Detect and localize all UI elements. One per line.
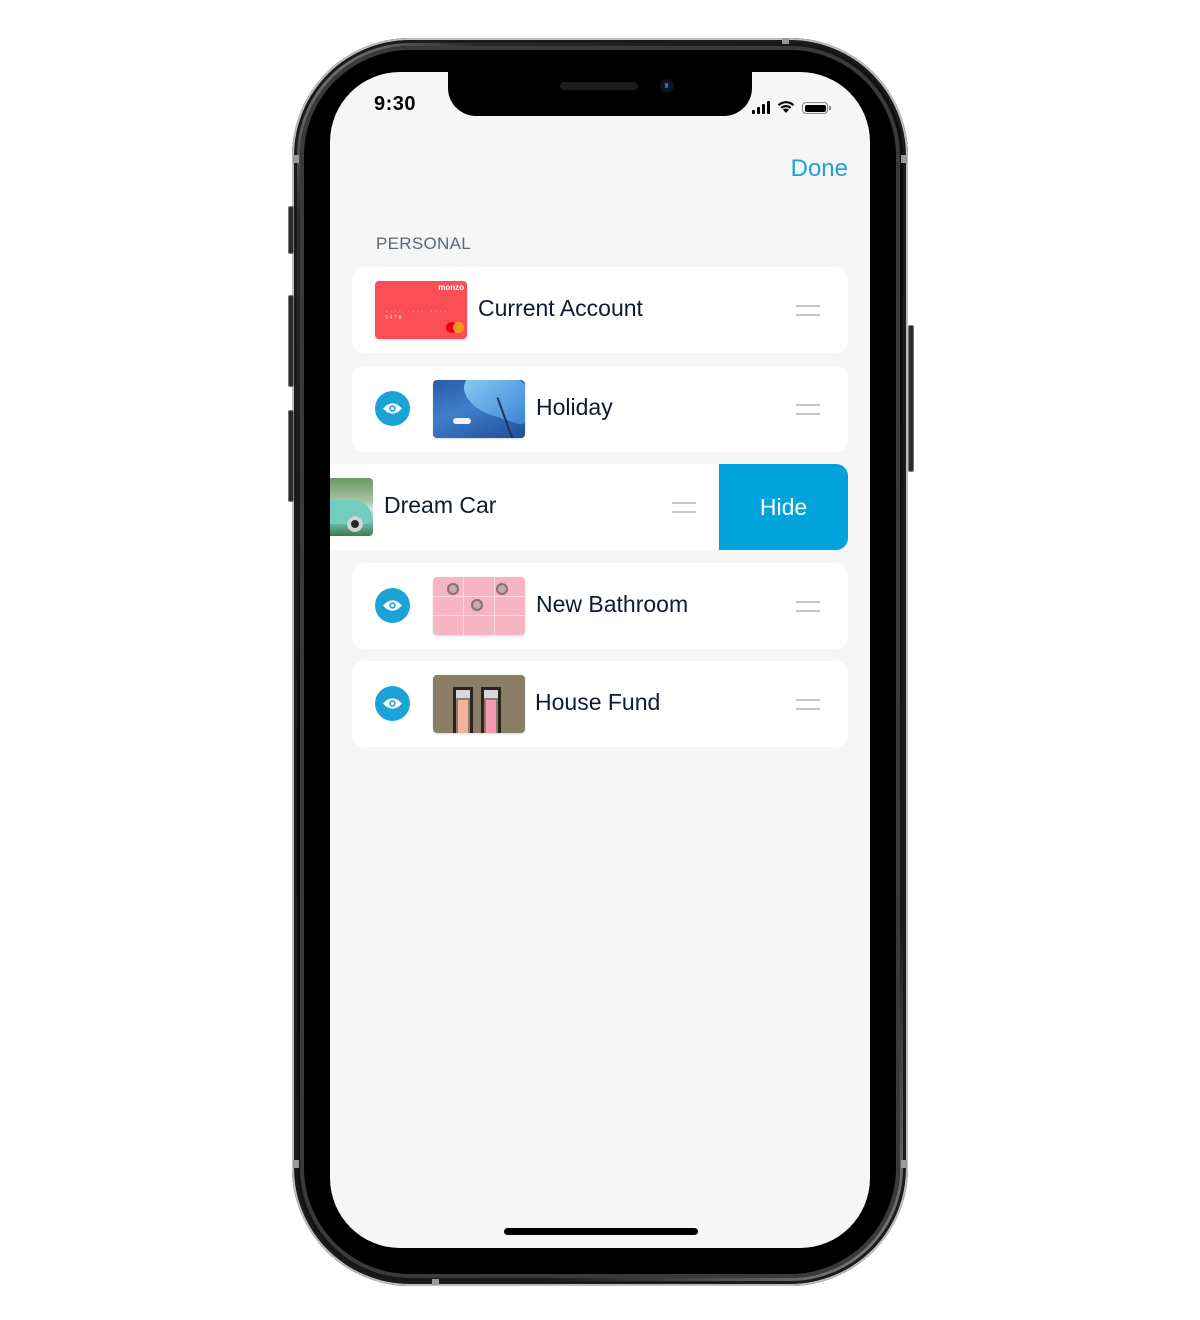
- door-panel: [458, 700, 468, 733]
- drag-handle-icon[interactable]: [796, 699, 820, 710]
- silent-switch: [288, 206, 294, 254]
- antenna-band: [293, 155, 299, 163]
- door-fanlight: [484, 690, 498, 698]
- wifi-icon: [777, 101, 795, 113]
- umbrella-thumbnail: [433, 380, 525, 438]
- card-brand: monzo: [438, 283, 464, 292]
- front-camera: [660, 79, 674, 93]
- account-row-new-bathroom[interactable]: New Bathroom: [352, 563, 848, 649]
- monzo-card-thumbnail: monzo ···· ···· ···· 5478: [375, 281, 467, 339]
- tile-line: [463, 577, 464, 635]
- status-time: 9:30: [374, 93, 417, 115]
- account-name: Dream Car: [384, 492, 497, 518]
- antenna-band: [782, 38, 789, 44]
- volume-up-button: [288, 295, 294, 387]
- door-fanlight: [456, 690, 470, 698]
- tile-line: [433, 596, 525, 597]
- eye-icon[interactable]: [375, 588, 410, 623]
- home-indicator[interactable]: [504, 1228, 698, 1235]
- door-panel: [486, 700, 496, 733]
- drag-handle-icon[interactable]: [672, 502, 696, 513]
- account-name: Current Account: [478, 295, 643, 321]
- door-shape: [481, 687, 501, 733]
- antenna-band: [432, 1279, 439, 1285]
- account-name: New Bathroom: [536, 591, 689, 617]
- tile-line: [433, 615, 525, 616]
- speaker-grille: [560, 82, 638, 90]
- status-icons: [752, 98, 831, 114]
- car-wheel: [347, 516, 363, 532]
- cloud-shape: [453, 418, 471, 424]
- spout-shape: [471, 599, 483, 611]
- drag-handle-icon[interactable]: [796, 305, 820, 316]
- screen: 9:30 Done PERSONAL monzo ···· ···· ···· …: [330, 72, 870, 1248]
- doors-thumbnail: [433, 675, 525, 733]
- door-shape: [453, 687, 473, 733]
- account-row-dream-car[interactable]: Dream Car: [330, 464, 718, 550]
- antenna-band: [901, 1160, 907, 1168]
- account-row-holiday[interactable]: Holiday: [352, 366, 848, 452]
- bathroom-thumbnail: [433, 577, 525, 635]
- antenna-band: [901, 155, 907, 163]
- tap-shape: [447, 583, 459, 595]
- done-button[interactable]: Done: [791, 155, 848, 183]
- mastercard-logo-circle: [453, 322, 464, 333]
- eye-icon[interactable]: [375, 391, 410, 426]
- tile-line: [494, 577, 495, 635]
- signal-icon: [752, 100, 770, 114]
- account-row-house-fund[interactable]: House Fund: [352, 661, 848, 747]
- antenna-band: [293, 1160, 299, 1168]
- battery-icon: [802, 102, 831, 114]
- volume-down-button: [288, 410, 294, 502]
- card-number: ···· ···· ···· 5478: [385, 309, 449, 321]
- account-name: House Fund: [535, 689, 661, 715]
- car-thumbnail: [330, 478, 373, 536]
- power-button: [908, 325, 914, 472]
- account-name: Holiday: [536, 394, 613, 420]
- notch: [448, 72, 752, 116]
- drag-handle-icon[interactable]: [796, 404, 820, 415]
- hide-button[interactable]: Hide: [719, 464, 848, 550]
- eye-icon[interactable]: [375, 686, 410, 721]
- tap-shape: [496, 583, 508, 595]
- account-row-current-account[interactable]: monzo ···· ···· ···· 5478 Current Accoun…: [352, 267, 848, 353]
- drag-handle-icon[interactable]: [796, 601, 820, 612]
- section-label: PERSONAL: [376, 234, 471, 253]
